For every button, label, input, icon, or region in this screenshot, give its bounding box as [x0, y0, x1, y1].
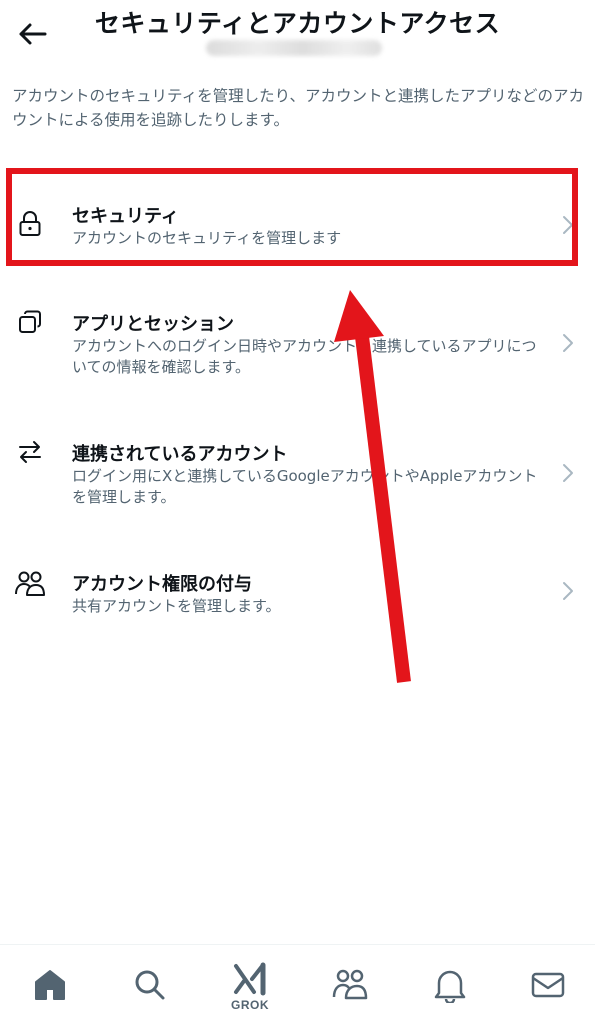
- bottom-navigation: GROK: [0, 944, 595, 1025]
- menu-item-title: アカウント権限の付与: [72, 574, 252, 595]
- chevron-right-icon: [563, 582, 573, 600]
- swap-arrows-icon: [14, 436, 46, 468]
- notifications-bell-icon: [434, 970, 466, 1003]
- messages-envelope-icon: [531, 972, 565, 998]
- people-icon: [14, 568, 46, 600]
- menu-item-apps-sessions[interactable]: アプリとセッション アカウントへのログイン日時やアカウントと連携しているアプリに…: [0, 276, 595, 406]
- menu-item-title: アプリとセッション: [72, 314, 234, 335]
- communities-icon: [332, 969, 368, 1000]
- chevron-right-icon: [563, 216, 573, 234]
- apps-sessions-icon: [14, 306, 46, 338]
- search-icon: [135, 970, 165, 1000]
- grok-icon: [234, 962, 266, 996]
- lock-icon: [14, 208, 46, 240]
- nav-search[interactable]: [128, 963, 172, 1007]
- menu-item-delegate[interactable]: アカウント権限の付与 共有アカウントを管理します。: [0, 534, 595, 644]
- menu-item-security[interactable]: セキュリティ アカウントのセキュリティを管理します: [0, 172, 595, 276]
- page-title: セキュリティとアカウントアクセス: [94, 9, 501, 38]
- nav-home[interactable]: [28, 963, 72, 1007]
- settings-menu: セキュリティ アカウントのセキュリティを管理します アプリとセッション アカウン…: [0, 172, 595, 644]
- menu-item-subtitle: アカウントのセキュリティを管理します: [72, 229, 342, 247]
- grok-label: GROK: [231, 998, 269, 1012]
- chevron-right-icon: [563, 334, 573, 352]
- menu-item-subtitle: アカウントへのログイン日時やアカウントと連携しているアプリについての情報を確認し…: [72, 337, 537, 376]
- chevron-right-icon: [563, 464, 573, 482]
- home-icon: [35, 970, 65, 1000]
- nav-communities[interactable]: [328, 963, 372, 1007]
- page-description: アカウントのセキュリティを管理したり、アカウントと連携したアプリなどのアカウント…: [12, 87, 584, 129]
- nav-messages[interactable]: [526, 963, 570, 1007]
- account-handle-redacted: [206, 40, 382, 56]
- menu-item-subtitle: 共有アカウントを管理します。: [72, 597, 281, 615]
- menu-item-connected-accounts[interactable]: 連携されているアカウント ログイン用にXと連携しているGoogleアカウントやA…: [0, 406, 595, 534]
- nav-grok[interactable]: [228, 957, 272, 1001]
- header: セキュリティとアカウントアクセス: [0, 0, 595, 70]
- menu-item-subtitle: ログイン用にXと連携しているGoogleアカウントやAppleアカウントを管理し…: [72, 467, 538, 506]
- nav-notifications[interactable]: [428, 963, 472, 1007]
- menu-item-title: 連携されているアカウント: [72, 444, 288, 465]
- menu-item-title: セキュリティ: [72, 206, 179, 227]
